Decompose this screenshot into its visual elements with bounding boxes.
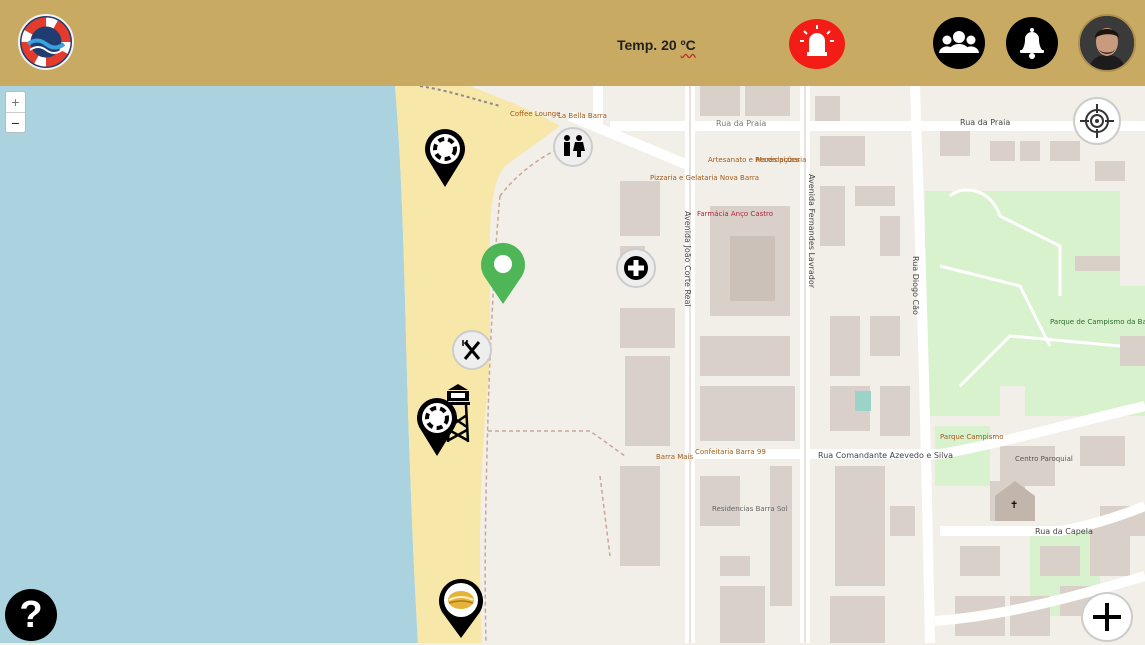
mares-pizzaria-label: Marés pizzaria	[756, 156, 806, 164]
temperature-unit: ºC	[680, 37, 696, 53]
residencias-label: Residencias Barra Sol	[712, 505, 788, 513]
bell-icon	[1020, 28, 1044, 59]
add-button[interactable]	[1081, 592, 1133, 642]
restaurant-marker[interactable]	[452, 330, 492, 370]
pizzeria-label: Pizzaria e Gelataria Nova Barra	[650, 174, 759, 182]
help-button[interactable]: ?	[5, 589, 57, 641]
sandwich-icon	[448, 591, 474, 609]
top-bar: Temp. 20 ºC	[0, 0, 1145, 86]
toilets-icon	[564, 135, 585, 157]
lifeguard-marker-north[interactable]	[423, 127, 467, 189]
zoom-out-button[interactable]: −	[6, 112, 25, 133]
crosshair-icon	[1080, 104, 1114, 138]
group-button[interactable]	[933, 17, 985, 69]
svg-text:Rua da Praia: Rua da Praia	[716, 119, 766, 128]
church-icon: ✝	[1010, 500, 1018, 511]
zoom-in-button[interactable]: +	[6, 92, 25, 112]
street-label-fernandes-lavrador: Avenida Fernandes Lavrador	[807, 174, 816, 289]
locate-me-button[interactable]	[1073, 97, 1121, 145]
confeitaria-label: Confeitaria Barra 99	[695, 448, 766, 456]
food-marker[interactable]	[436, 576, 486, 640]
users-group-icon	[939, 31, 979, 53]
la-bella-barra-label: La Bella Barra	[558, 112, 607, 120]
temperature-label: Temp. 20	[617, 37, 681, 53]
street-label-praia-east: Rua da Praia	[960, 118, 1010, 127]
lifeguard-marker-south[interactable]	[415, 396, 459, 458]
emergency-alarm-button[interactable]	[789, 19, 845, 69]
street-label-capela: Rua da Capela	[1035, 527, 1093, 536]
avatar-portrait-icon	[1080, 16, 1134, 70]
street-label-diogo-cao: Rua Diogo Cão	[911, 256, 920, 315]
plus-icon	[1093, 603, 1121, 631]
zoom-controls: + −	[5, 91, 26, 133]
beach-map[interactable]: Rua da Praia Rua da Praia Avenida João C…	[0, 86, 1145, 643]
map-tiles: Rua da Praia Rua da Praia Avenida João C…	[0, 86, 1145, 643]
street-label-praia: Rua da Praia	[716, 119, 766, 128]
street-label-azevedo-silva: Rua Comandante Azevedo e Silva	[818, 451, 953, 460]
park-label: Parque de Campismo da Barra	[1050, 318, 1145, 326]
coffee-lounge-label: Coffee Lounge	[510, 110, 561, 118]
notifications-button[interactable]	[1006, 17, 1058, 69]
pharmacy-label: Farmácia Anço Castro	[697, 210, 773, 218]
toilets-marker[interactable]	[553, 127, 593, 167]
parque-campismo-label: Parque Campismo	[940, 433, 1004, 441]
street-label-joao-corte-real: Avenida João Corte Real	[683, 211, 692, 307]
medical-cross-icon	[624, 256, 648, 280]
user-avatar[interactable]	[1078, 14, 1136, 72]
centro-paroquial-label: Centro Paroquial	[1015, 455, 1073, 463]
current-location-marker[interactable]	[478, 240, 528, 306]
cutlery-icon	[462, 340, 481, 360]
temperature-readout: Temp. 20 ºC	[617, 37, 696, 53]
siren-icon	[800, 25, 834, 56]
barra-mais-label: Barra Mais	[656, 453, 694, 461]
first-aid-marker[interactable]	[616, 248, 656, 288]
lifebuoy-logo-icon[interactable]	[14, 12, 78, 72]
